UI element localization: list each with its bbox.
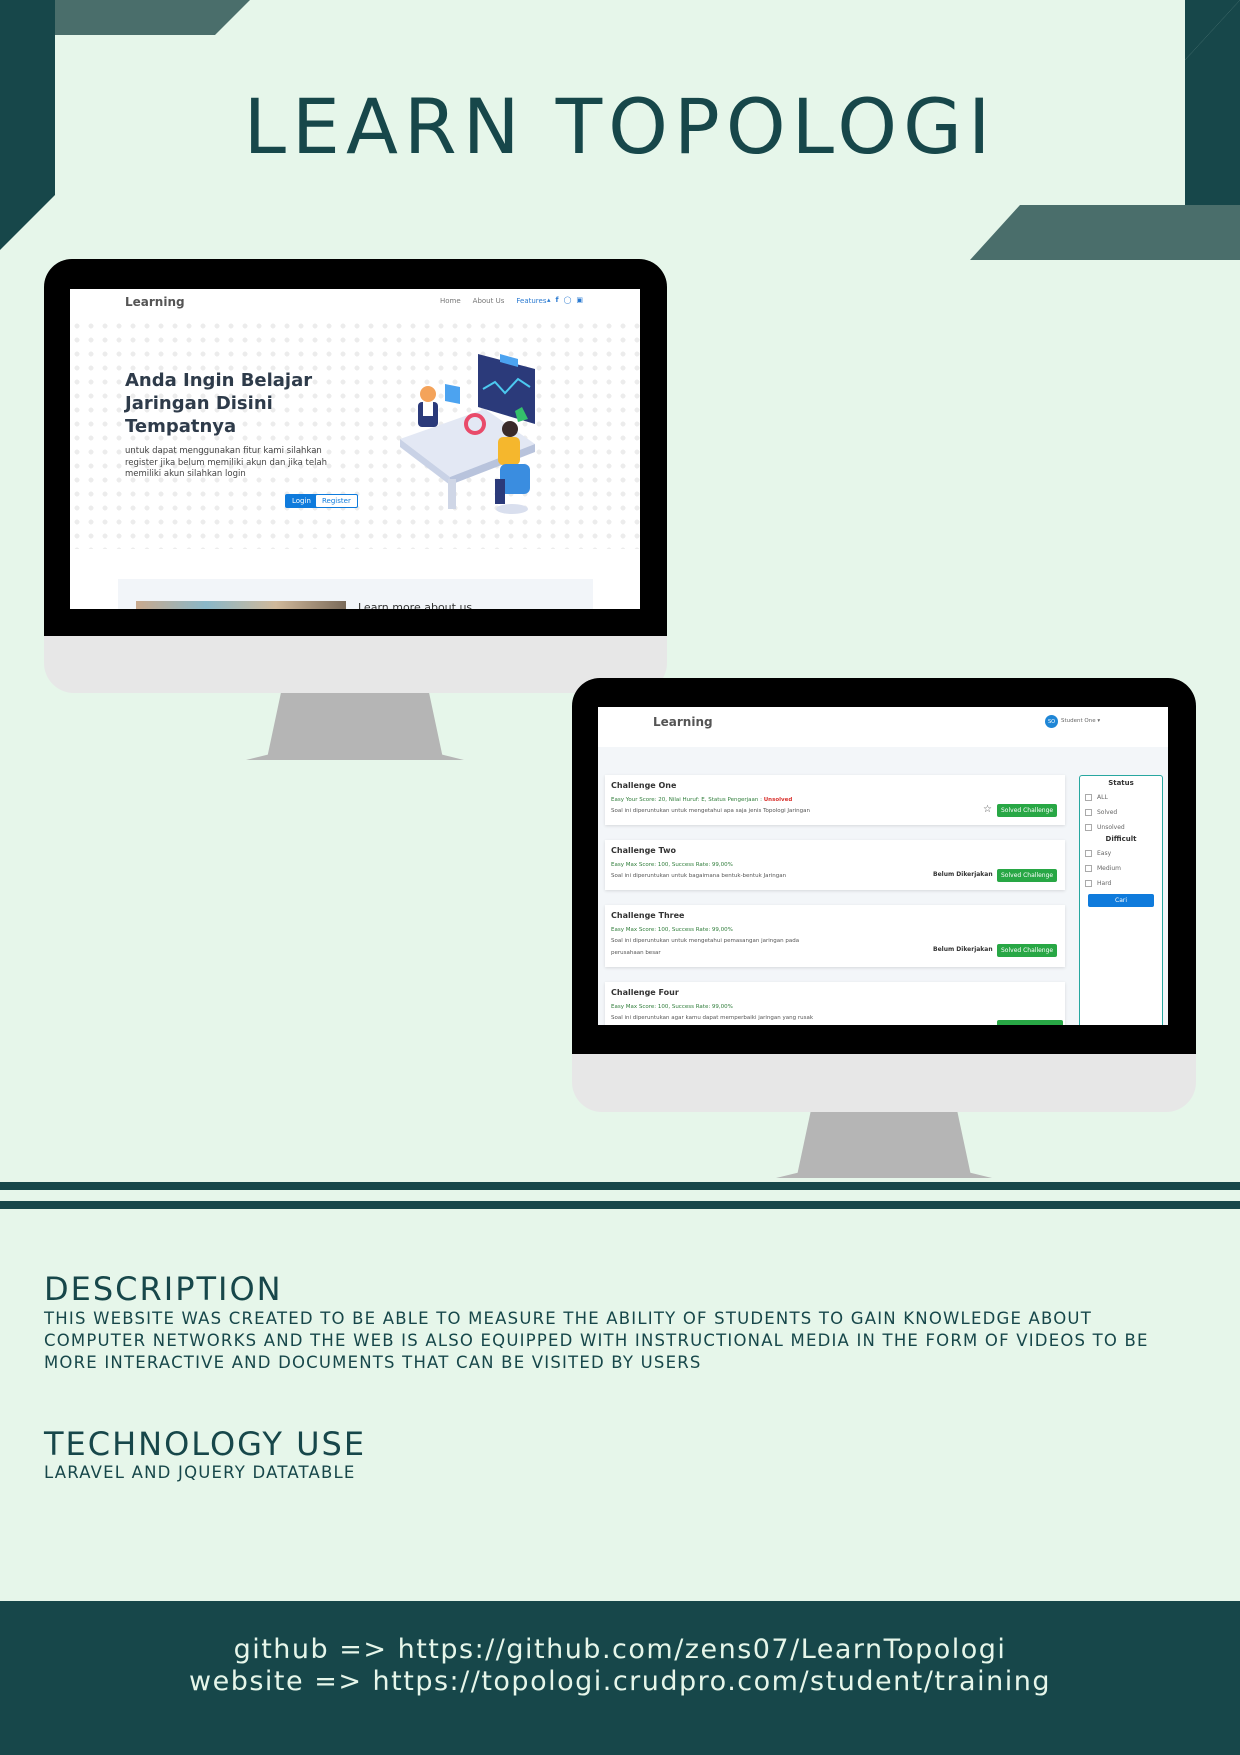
difficult-option-medium[interactable]: Medium bbox=[1085, 861, 1162, 876]
nav-features[interactable]: Features bbox=[516, 297, 546, 305]
avatar[interactable]: SO bbox=[1045, 715, 1058, 728]
linkedin-icon[interactable]: ▣ bbox=[576, 296, 583, 304]
search-button[interactable]: Cari bbox=[1088, 894, 1154, 907]
technology-heading: TECHNOLOGY USE bbox=[44, 1425, 367, 1463]
solve-challenge-button[interactable] bbox=[997, 1020, 1063, 1025]
challenge-title: Challenge Three bbox=[611, 911, 685, 920]
divider-line bbox=[0, 1182, 1240, 1190]
challenge-meta: Easy Max Score: 100, Success Rate: 99,00… bbox=[611, 862, 733, 868]
github-link[interactable]: github => https://github.com/zens07/Lear… bbox=[0, 1634, 1240, 1665]
challenge-card: Challenge Three Easy Max Score: 100, Suc… bbox=[605, 905, 1065, 967]
checkbox[interactable] bbox=[1085, 809, 1092, 816]
checkbox[interactable] bbox=[1085, 880, 1092, 887]
filter-panel: Status ALL Solved Unsolved Difficult Eas… bbox=[1079, 775, 1163, 1025]
option-label: Unsolved bbox=[1097, 824, 1125, 831]
challenge-meta: Easy Max Score: 100, Success Rate: 99,00… bbox=[611, 1004, 733, 1010]
dashboard-screen: Learning SO Student One ▾ Challenge One … bbox=[598, 707, 1168, 1025]
description-heading: DESCRIPTION bbox=[44, 1270, 283, 1308]
nav-about[interactable]: About Us bbox=[473, 297, 505, 305]
footer: github => https://github.com/zens07/Lear… bbox=[0, 1601, 1240, 1755]
difficult-option-easy[interactable]: Easy bbox=[1085, 846, 1162, 861]
challenge-status: Unsolved bbox=[763, 797, 793, 803]
chevron-down-icon: ▾ bbox=[1097, 718, 1101, 724]
technology-text: LARAVEL AND JQUERY DATATABLE bbox=[44, 1463, 356, 1482]
option-label: Easy bbox=[1097, 850, 1112, 857]
hero-illustration bbox=[400, 354, 535, 514]
option-label: Solved bbox=[1097, 809, 1118, 816]
description-text: THIS WEBSITE WAS CREATED TO BE ABLE TO M… bbox=[44, 1309, 1149, 1372]
twitter-icon[interactable]: ▴ bbox=[547, 296, 551, 304]
status-option-unsolved[interactable]: Unsolved bbox=[1085, 820, 1162, 835]
difficult-options: Easy Medium Hard bbox=[1080, 846, 1162, 891]
challenge-desc: perusahaan besar bbox=[611, 950, 661, 956]
monitor-stand bbox=[776, 1112, 992, 1178]
challenge-title: Challenge Four bbox=[611, 988, 679, 997]
about-section: Learn more about us bbox=[118, 579, 593, 609]
facebook-icon[interactable]: f bbox=[556, 296, 559, 304]
hero-title-line: Anda Ingin Belajar bbox=[125, 370, 313, 391]
status-heading: Status bbox=[1108, 779, 1134, 787]
login-button[interactable]: Login bbox=[285, 494, 318, 508]
monitor-chin bbox=[572, 1054, 1196, 1112]
solve-challenge-button[interactable]: Solved Challenge bbox=[997, 804, 1058, 817]
landing-brand[interactable]: Learning bbox=[125, 295, 185, 309]
status-option-all[interactable]: ALL bbox=[1085, 790, 1162, 805]
option-label: Hard bbox=[1097, 880, 1112, 887]
hero-title: Anda Ingin Belajar Jaringan Disini Tempa… bbox=[125, 369, 325, 438]
challenge-desc: Soal ini diperuntukan untuk mengetahui a… bbox=[611, 808, 811, 814]
difficult-heading: Difficult bbox=[1105, 835, 1137, 843]
instagram-icon[interactable]: ◯ bbox=[564, 296, 572, 304]
checkbox[interactable] bbox=[1085, 865, 1092, 872]
challenge-desc: Soal ini diperuntukan agar kamu dapat me… bbox=[611, 1015, 814, 1021]
monitor-stand bbox=[246, 693, 464, 760]
user-name: Student One bbox=[1061, 718, 1096, 724]
checkbox[interactable] bbox=[1085, 850, 1092, 857]
status-options: ALL Solved Unsolved bbox=[1080, 790, 1162, 835]
challenge-desc: Soal ini diperuntukan untuk mengetahui p… bbox=[611, 938, 800, 944]
about-image bbox=[136, 601, 346, 609]
solve-challenge-button[interactable]: Solved Challenge bbox=[997, 944, 1058, 957]
difficult-option-hard[interactable]: Hard bbox=[1085, 876, 1162, 891]
landing-nav: Home About Us Features bbox=[440, 297, 546, 305]
hero-title-line: Tempatnya bbox=[125, 416, 237, 437]
poster-title: LEARN TOPOLOGI bbox=[243, 82, 997, 171]
option-label: Medium bbox=[1097, 865, 1121, 872]
challenge-meta: Easy Your Score: 20, Nilai Huruf: E, Sta… bbox=[611, 797, 792, 803]
solve-challenge-button[interactable]: Solved Challenge bbox=[997, 869, 1058, 882]
challenge-meta-text: Easy Your Score: 20, Nilai Huruf: E, Sta… bbox=[611, 797, 762, 803]
challenge-meta: Easy Max Score: 100, Success Rate: 99,00… bbox=[611, 927, 733, 933]
monitor-chin bbox=[44, 636, 667, 693]
checkbox[interactable] bbox=[1085, 824, 1092, 831]
option-label: ALL bbox=[1097, 794, 1108, 801]
status-option-solved[interactable]: Solved bbox=[1085, 805, 1162, 820]
challenge-card: Challenge Two Easy Max Score: 100, Succe… bbox=[605, 840, 1065, 890]
nav-home[interactable]: Home bbox=[440, 297, 461, 305]
website-link[interactable]: website => https://topologi.crudpro.com/… bbox=[0, 1666, 1240, 1697]
register-button[interactable]: Register bbox=[315, 494, 358, 508]
landing-screen: Learning Home About Us Features ▴ f ◯ ▣ … bbox=[70, 289, 640, 609]
challenge-state: Belum Dikerjakan bbox=[933, 946, 993, 953]
social-icons: ▴ f ◯ ▣ bbox=[547, 296, 583, 304]
challenge-state: Belum Dikerjakan bbox=[933, 871, 993, 878]
hero-text: untuk dapat menggunakan fitur kami silah… bbox=[125, 446, 328, 479]
challenge-desc: Soal ini diperuntukan untuk bagaimana be… bbox=[611, 873, 787, 879]
learn-more-heading: Learn more about us bbox=[358, 601, 473, 609]
checkbox[interactable] bbox=[1085, 794, 1092, 801]
divider-line bbox=[0, 1201, 1240, 1209]
challenge-card: Challenge Four Easy Max Score: 100, Succ… bbox=[605, 982, 1065, 1025]
star-icon[interactable]: ☆ bbox=[983, 804, 992, 815]
challenge-title: Challenge Two bbox=[611, 846, 676, 855]
dashboard-brand[interactable]: Learning bbox=[653, 715, 713, 729]
challenge-title: Challenge One bbox=[611, 781, 677, 790]
challenge-card: Challenge One Easy Your Score: 20, Nilai… bbox=[605, 775, 1065, 825]
user-menu[interactable]: Student One ▾ bbox=[1061, 718, 1100, 724]
hero-title-line: Jaringan Disini bbox=[125, 393, 273, 414]
